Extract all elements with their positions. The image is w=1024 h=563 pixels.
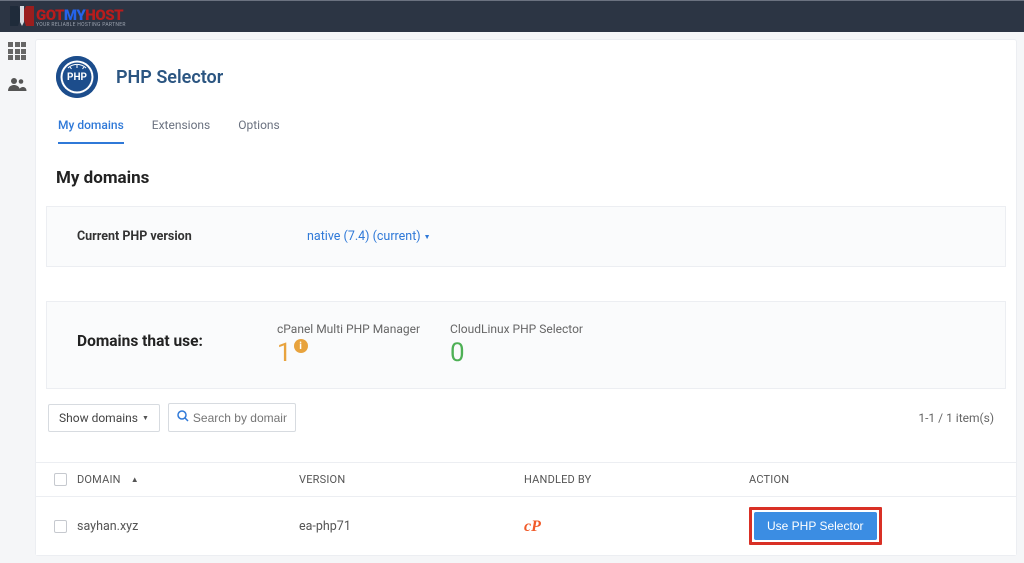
current-version-card: Current PHP version native (7.4) (curren… — [46, 206, 1006, 267]
show-domains-label: Show domains — [59, 411, 138, 425]
cell-handled-by: cP — [524, 516, 749, 536]
table-header: DOMAIN ▲ VERSION HANDLED BY ACTION — [36, 462, 1016, 497]
current-version-selector[interactable]: native (7.4) (current) ▼ — [307, 229, 431, 244]
show-domains-button[interactable]: Show domains ▼ — [48, 404, 160, 432]
brand-logo[interactable]: GOT MY HOST YOUR RELIABLE HOSTING PARTNE… — [8, 1, 126, 32]
caret-down-icon: ▼ — [424, 233, 431, 241]
highlight-ring: Use PHP Selector — [749, 507, 882, 545]
main-panel: PHP PHP Selector My domains Extensions O… — [36, 40, 1016, 555]
current-version-label: Current PHP version — [77, 229, 307, 244]
logo-text-host: HOST — [85, 6, 123, 24]
logo-tagline: YOUR RELIABLE HOSTING PARTNER — [36, 22, 126, 28]
cell-domain: sayhan.xyz — [77, 519, 138, 534]
tab-my-domains[interactable]: My domains — [58, 118, 124, 144]
th-action: ACTION — [749, 473, 998, 486]
logo-shield-icon — [8, 4, 36, 30]
th-domain[interactable]: DOMAIN — [77, 473, 121, 486]
section-heading: My domains — [36, 144, 1016, 206]
stat-cloudlinux-value: 0 — [450, 338, 465, 368]
stat-cloudlinux-title: CloudLinux PHP Selector — [450, 322, 583, 336]
tabs-bar: My domains Extensions Options — [36, 98, 1016, 144]
stat-cpanel-value: 1 — [277, 338, 292, 368]
sort-asc-icon: ▲ — [131, 475, 139, 484]
php-badge-icon: PHP — [56, 56, 98, 98]
table-toolbar: Show domains ▼ 1-1 / 1 item(s) — [36, 389, 1016, 446]
tab-extensions[interactable]: Extensions — [152, 118, 210, 144]
stat-cpanel-title: cPanel Multi PHP Manager — [277, 322, 420, 336]
logo-text-my: MY — [64, 6, 85, 24]
left-sidebar — [0, 32, 34, 563]
search-input[interactable] — [193, 411, 287, 425]
item-count: 1-1 / 1 item(s) — [918, 411, 1004, 425]
top-bar: GOT MY HOST YOUR RELIABLE HOSTING PARTNE… — [0, 0, 1024, 32]
caret-down-icon: ▼ — [142, 414, 149, 422]
table-row: sayhan.xyz ea-php71 cP Use PHP Selector — [36, 497, 1016, 555]
logo-text-got: GOT — [36, 6, 64, 24]
use-php-selector-button[interactable]: Use PHP Selector — [754, 512, 877, 540]
search-box[interactable] — [168, 403, 296, 432]
domains-stats-card: Domains that use: cPanel Multi PHP Manag… — [46, 301, 1006, 389]
cell-version: ea-php71 — [299, 519, 524, 534]
row-checkbox[interactable] — [54, 520, 67, 533]
tab-options[interactable]: Options — [238, 118, 280, 144]
select-all-checkbox[interactable] — [54, 473, 67, 486]
page-title: PHP Selector — [116, 67, 223, 88]
current-version-value: native (7.4) (current) — [307, 229, 421, 244]
info-icon[interactable]: i — [294, 339, 308, 353]
apps-grid-icon[interactable] — [8, 42, 26, 60]
users-icon[interactable] — [7, 76, 27, 95]
th-version[interactable]: VERSION — [299, 473, 524, 486]
th-handled-by[interactable]: HANDLED BY — [524, 473, 749, 486]
search-icon — [177, 410, 189, 426]
stats-label: Domains that use: — [77, 332, 247, 350]
